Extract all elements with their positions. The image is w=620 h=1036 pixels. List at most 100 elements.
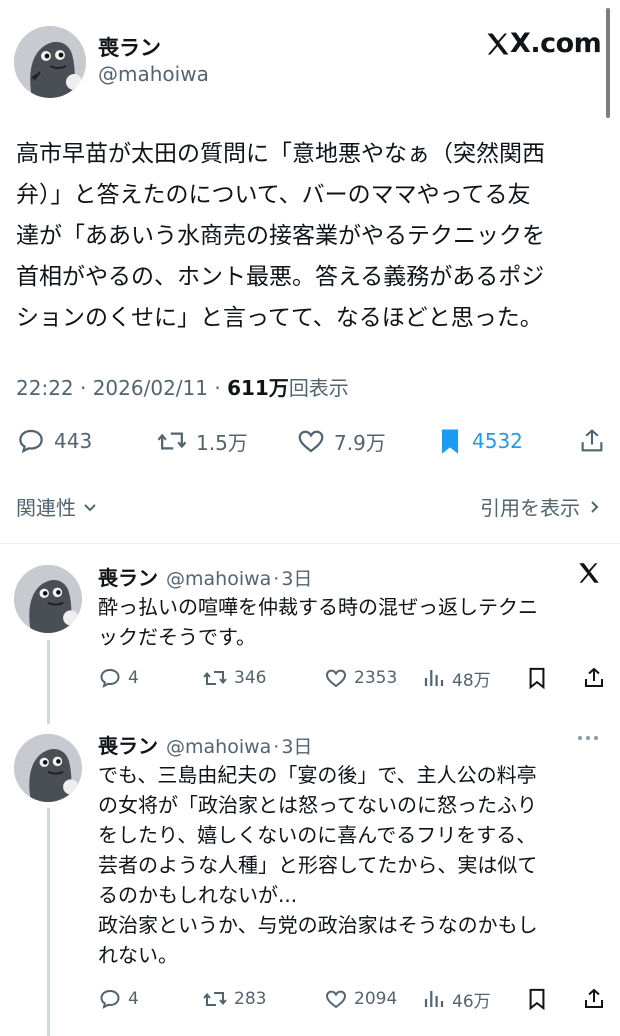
post-line: 達が「ああいう水商売の接客業がやるテクニックを [16,223,545,249]
reply-line: れない。 [98,943,178,967]
post-line: 首相がやるの、ホント最悪。答える義務があるポジ [16,264,545,290]
separator-dot: · [273,568,280,590]
repost-count: 283 [234,989,267,1009]
reply-time[interactable]: 3日 [281,732,312,759]
repost-icon [203,671,227,685]
reply-line: 政治家というか、与党の政治家はそうなのかもし [98,913,538,937]
like-icon [298,430,324,453]
reply-count: 443 [54,429,93,453]
views-count: 46万 [452,991,491,1012]
repost-button[interactable]: 283 [202,987,324,1011]
reply-button[interactable]: 4 [98,666,202,690]
reply-icon [100,668,120,688]
reply-count: 4 [128,668,139,688]
reply-time[interactable]: 3日 [281,564,312,591]
share-icon [585,667,603,687]
thread-line [47,808,50,1036]
creature-avatar-icon [14,734,82,802]
section-divider [0,543,620,544]
repost-icon [157,432,187,450]
share-icon [581,429,603,452]
bookmark-button[interactable] [526,987,568,1011]
reply-header: 喪ラン @mahoiwa · 3日 [98,562,312,591]
scrollbar[interactable] [606,8,610,118]
like-icon [325,669,347,688]
reply-body: 酔っ払いの喧嘩を仲裁する時の混ぜっ返しテクニ ックだそうです。 [98,592,608,652]
like-icon [325,990,347,1009]
repost-button[interactable]: 1.5万 [156,426,296,456]
brand-logo: X.com [484,28,602,59]
like-button[interactable]: 7.9万 [296,426,436,456]
share-icon [585,988,603,1008]
main-metrics: 443 1.5万 7.9万 4532 [16,424,606,458]
bookmark-button[interactable] [526,666,568,690]
avatar[interactable] [14,565,82,633]
like-count: 2353 [354,668,398,688]
reply-author-handle[interactable]: @mahoiwa [166,568,271,590]
repost-button[interactable]: 346 [202,666,324,690]
author-name[interactable]: 喪ラン [98,32,161,62]
relevance-sort[interactable]: 関連性 [16,492,98,521]
author-handle[interactable]: @mahoiwa [98,62,209,86]
like-button[interactable]: 2353 [324,666,422,690]
post-line: 弁）」と答えたのについて、バーのママやってる友 [16,182,531,208]
reply-icon [100,989,120,1009]
like-count: 7.9万 [334,430,386,455]
reply-line: の女将が「政治家とは怒ってないのに怒ったふり [98,793,537,817]
reply-author-handle[interactable]: @mahoiwa [166,736,271,758]
reply-author-name[interactable]: 喪ラン [98,730,158,759]
avatar[interactable] [14,734,82,802]
x-logo-icon [487,33,509,54]
relevance-label: 関連性 [16,496,76,520]
creature-avatar-icon [14,26,86,98]
repost-count: 1.5万 [196,430,248,455]
creature-avatar-icon [14,565,82,633]
reply-count: 4 [128,989,139,1009]
share-button[interactable] [578,426,606,456]
reply-line: ックだそうです。 [98,625,256,649]
reply-metrics: 4 346 2353 48万 [98,664,606,692]
repost-icon [203,992,227,1006]
bookmark-button[interactable]: 4532 [436,426,576,456]
views-chart-icon [424,670,444,686]
views-label: 回表示 [288,376,349,400]
share-button[interactable] [582,666,606,690]
more-button[interactable] [578,736,598,740]
quotes-label: 引用を表示 [480,496,580,520]
reply-line: 芸者のような人種」と形容してたから、実は似て [98,853,538,877]
brand-text: X.com [510,28,602,59]
post-line: 高市早苗が太田の質問に「意地悪やなぁ（突然関西 [16,141,545,167]
reply-icon [19,429,43,454]
reply-metrics: 4 283 2094 46万 [98,985,606,1013]
view-quotes-link[interactable]: 引用を表示 [480,492,602,521]
chevron-down-icon [84,503,96,511]
views-count: 611万 [227,376,289,400]
chevron-right-icon [591,500,599,513]
thread-line [47,640,50,724]
views-chart-icon [424,991,444,1007]
like-button[interactable]: 2094 [324,987,422,1011]
views-count: 48万 [452,670,491,691]
reply-header: 喪ラン @mahoiwa · 3日 [98,730,312,759]
bookmark-icon [529,667,545,690]
reply-button[interactable]: 4 [98,987,202,1011]
separator-dot: · [273,736,280,758]
bookmark-icon [529,988,545,1011]
post-body: 高市早苗が太田の質問に「意地悪やなぁ（突然関西 弁）」と答えたのについて、バーの… [16,134,616,339]
x-logo-icon [576,560,602,590]
timestamp[interactable]: 22:22 · 2026/02/11 · [16,376,227,400]
reply-line: 酔っ払いの喧嘩を仲裁する時の混ぜっ返しテクニ [98,595,538,619]
views-button[interactable]: 48万 [422,666,526,691]
reply-body: でも、三島由紀夫の「宴の後」で、主人公の料亭 の女将が「政治家とは怒ってないのに… [98,760,608,970]
reply-line: るのかもしれないが... [98,883,298,907]
reply-author-name[interactable]: 喪ラン [98,562,158,591]
more-icon [578,736,598,740]
like-count: 2094 [354,989,398,1009]
post-line: ションのくせに」と言ってて、なるほどと思った。 [16,305,543,331]
views-button[interactable]: 46万 [422,987,526,1012]
reply-button[interactable]: 443 [16,426,156,456]
bookmark-count: 4532 [472,429,523,453]
share-button[interactable] [582,987,606,1011]
avatar[interactable] [14,26,86,98]
reply-line: をしたり、嬉しくないのに喜んでるフリをする、 [98,823,537,847]
